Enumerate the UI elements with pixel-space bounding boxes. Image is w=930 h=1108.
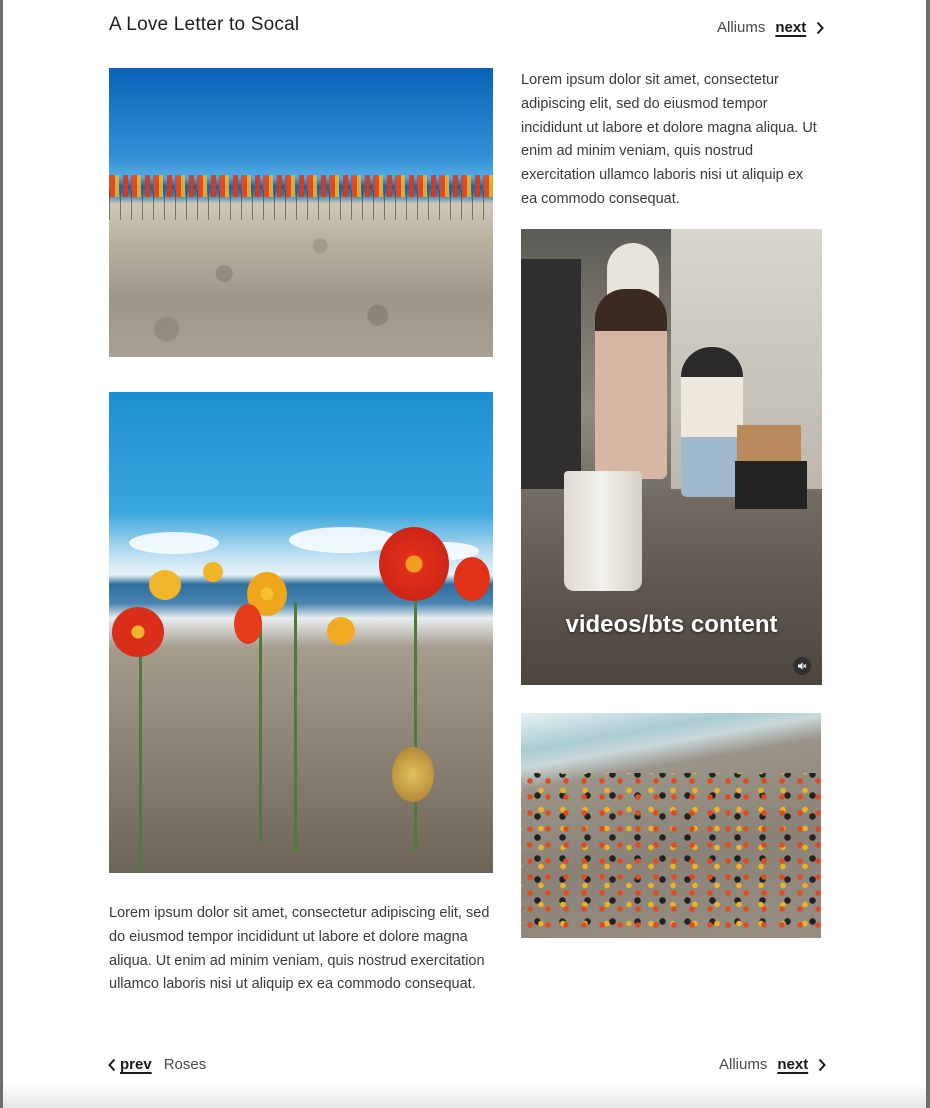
yellow-poppy: [149, 570, 181, 600]
cardboard-box: [737, 425, 801, 465]
overhead-beach-poppies-photo[interactable]: [521, 713, 821, 938]
stem: [259, 622, 262, 842]
page-title: A Love Letter to Socal: [109, 14, 300, 35]
video-caption: videos/bts content: [565, 611, 778, 638]
prev-project-name[interactable]: Roses: [164, 1056, 207, 1073]
cloud: [129, 532, 219, 554]
mute-glyph: [798, 662, 807, 670]
top-pagination: Alliums next: [717, 19, 825, 36]
child-figure: [595, 289, 667, 479]
sand-texture: [109, 218, 493, 357]
bottom-prev-pagination: prev Roses: [108, 1056, 206, 1073]
bottom-next-pagination: Alliums next: [719, 1056, 827, 1073]
next-project-name[interactable]: Alliums: [717, 19, 765, 36]
red-poppy: [454, 557, 490, 601]
beach-poppy-row-photo[interactable]: [109, 68, 493, 357]
next-project-name[interactable]: Alliums: [719, 1056, 767, 1073]
black-crate: [735, 461, 807, 509]
intro-paragraph: Lorem ipsum dolor sit amet, consectetur …: [521, 72, 817, 207]
stem: [414, 572, 417, 852]
yellow-poppy: [327, 617, 355, 645]
next-link[interactable]: next: [777, 1056, 808, 1073]
stem: [294, 602, 297, 852]
red-poppy: [234, 604, 262, 644]
red-poppy: [379, 527, 449, 601]
white-bucket: [564, 471, 642, 591]
poppy-bud: [392, 747, 434, 802]
stem: [139, 642, 142, 872]
yellow-poppy: [203, 562, 223, 582]
poppy-stems: [109, 190, 493, 220]
toddler-figure: [681, 347, 743, 497]
closing-paragraph: Lorem ipsum dolor sit amet, consectetur …: [109, 905, 490, 993]
window-bottom-shadow: [3, 1082, 926, 1108]
next-link[interactable]: next: [775, 19, 806, 36]
chevron-right-icon[interactable]: [818, 1058, 827, 1072]
muted-speaker-icon[interactable]: [793, 657, 811, 675]
window-frame-right: [926, 0, 930, 1108]
scattered-poppies: [521, 773, 821, 938]
window-frame-left: [0, 0, 3, 1108]
red-poppy: [112, 607, 164, 657]
chevron-left-icon[interactable]: [108, 1058, 116, 1072]
flower-cooler: [521, 259, 581, 489]
chevron-right-icon[interactable]: [816, 21, 825, 35]
prev-link[interactable]: prev: [120, 1056, 152, 1073]
poppies-closeup-photo[interactable]: [109, 392, 493, 873]
bts-video-player[interactable]: videos/bts content: [521, 229, 822, 685]
